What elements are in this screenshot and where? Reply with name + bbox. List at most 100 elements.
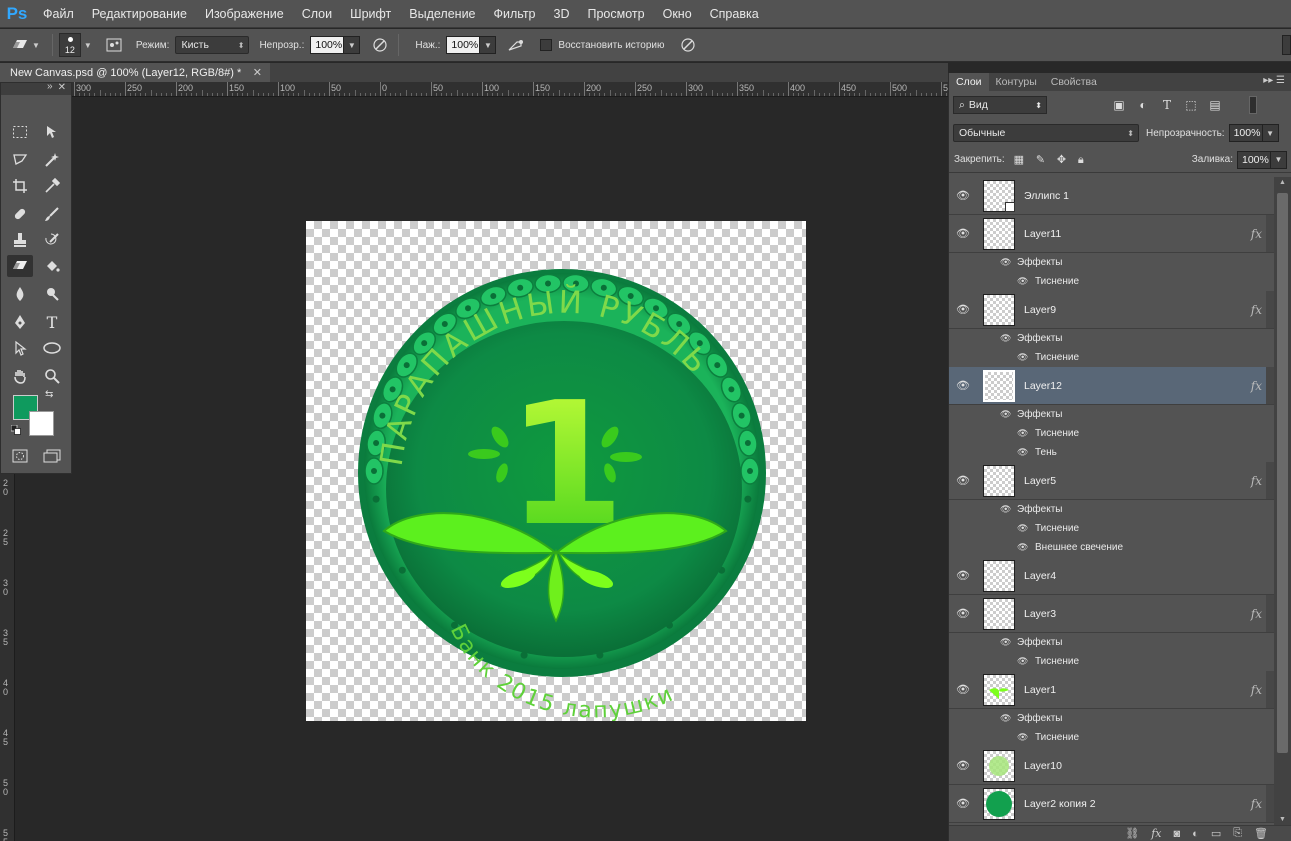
effect-visibility-eye-icon[interactable]: 👁︎	[1017, 447, 1028, 458]
menu-image[interactable]: Изображение	[196, 7, 293, 21]
history-brush-icon[interactable]	[41, 229, 63, 251]
background-color-swatch[interactable]	[29, 411, 54, 436]
pen-tool-icon[interactable]	[9, 311, 31, 333]
layer-thumbnail[interactable]	[983, 597, 1015, 630]
pressure-size-icon[interactable]	[676, 34, 700, 56]
chevron-down-icon[interactable]: ▼	[84, 41, 92, 50]
menu-window[interactable]: Окно	[654, 7, 701, 21]
layer-opacity-input[interactable]: 100%	[1228, 124, 1263, 142]
layer-filter-dropdown[interactable]: ⌕ Вид ⬍	[953, 96, 1047, 114]
layer-name[interactable]: Эллипс 1	[1024, 190, 1069, 202]
add-style-icon[interactable]: fx	[1151, 827, 1161, 840]
layer-effect-item[interactable]: 👁︎ Тиснение	[949, 519, 1274, 538]
layer-effect-item[interactable]: 👁︎ Тиснение	[949, 652, 1274, 671]
magic-wand-icon[interactable]	[41, 149, 63, 171]
layer-effects-group[interactable]: 👁︎ Эффекты	[949, 633, 1274, 652]
layer-effects-icon[interactable]: fx	[1251, 683, 1262, 697]
layer-effects-icon[interactable]: fx	[1251, 303, 1262, 317]
layer-name[interactable]: Layer5	[1024, 475, 1056, 487]
layer-effect-item[interactable]: 👁︎ Тиснение	[949, 272, 1274, 291]
marquee-tool-icon[interactable]	[9, 121, 31, 143]
dodge-tool-icon[interactable]	[41, 283, 63, 305]
layer-effect-item[interactable]: 👁︎ Тиснение	[949, 348, 1274, 367]
visibility-eye-icon[interactable]: 👁︎	[949, 569, 977, 582]
layer-thumbnail[interactable]	[983, 559, 1015, 592]
tab-paths[interactable]: Контуры	[989, 73, 1044, 91]
visibility-eye-icon[interactable]: 👁︎	[949, 797, 977, 810]
menu-view[interactable]: Просмотр	[579, 7, 654, 21]
layer-effects-group[interactable]: 👁︎ Эффекты	[949, 329, 1274, 348]
effects-expand-toggle[interactable]	[1266, 291, 1274, 328]
layer-effects-group[interactable]: 👁︎ Эффекты	[949, 709, 1274, 728]
layer-effects-icon[interactable]: fx	[1251, 797, 1262, 811]
filter-smart-object-icon[interactable]: ▤	[1203, 98, 1227, 112]
filter-type-icon[interactable]: T	[1155, 98, 1179, 112]
document-canvas[interactable]: ПАРАПАШНЫЙ РУБЛЬ 1 Банк 2015 лапушки	[306, 221, 806, 724]
clone-stamp-icon[interactable]	[9, 229, 31, 251]
effect-visibility-eye-icon[interactable]: 👁︎	[1017, 656, 1028, 667]
filter-pixel-icon[interactable]: ▣	[1107, 98, 1131, 112]
tools-panel-header[interactable]: » ✕	[1, 81, 71, 95]
scroll-up-icon[interactable]: ▲	[1279, 179, 1286, 186]
tab-properties[interactable]: Свойства	[1044, 73, 1104, 91]
lasso-tool-icon[interactable]	[9, 149, 31, 171]
scrollbar-thumb[interactable]	[1277, 193, 1288, 753]
effect-visibility-eye-icon[interactable]: 👁︎	[1000, 409, 1011, 420]
pressure-opacity-icon[interactable]	[368, 34, 392, 56]
effects-expand-toggle[interactable]	[1266, 671, 1274, 708]
default-colors-icon[interactable]	[10, 424, 21, 435]
effect-visibility-eye-icon[interactable]: 👁︎	[1017, 542, 1028, 553]
layer-row[interactable]: 👁︎ Layer4	[949, 557, 1274, 595]
layer-row[interactable]: 👁︎ Layer9 fx	[949, 291, 1274, 329]
document-tab[interactable]: New Canvas.psd @ 100% (Layer12, RGB/8#) …	[0, 63, 270, 82]
layer-effect-item[interactable]: 👁︎ Внешнее свечение	[949, 538, 1274, 557]
layers-scrollbar[interactable]: ▲ ▼	[1274, 177, 1291, 825]
close-icon[interactable]: ✕	[58, 82, 66, 93]
visibility-eye-icon[interactable]: 👁︎	[949, 683, 977, 696]
visibility-eye-icon[interactable]: 👁︎	[949, 379, 977, 392]
healing-brush-icon[interactable]	[9, 203, 31, 225]
opacity-input[interactable]: 100%	[310, 36, 345, 54]
layer-row[interactable]: 👁︎ Layer1 fx	[949, 671, 1274, 709]
layer-effects-group[interactable]: 👁︎ Эффекты	[949, 405, 1274, 424]
layer-effects-group[interactable]: 👁︎ Эффекты	[949, 500, 1274, 519]
effect-visibility-eye-icon[interactable]: 👁︎	[1017, 428, 1028, 439]
effect-visibility-eye-icon[interactable]: 👁︎	[1000, 637, 1011, 648]
layer-name[interactable]: Layer4	[1024, 570, 1056, 582]
menu-layers[interactable]: Слои	[293, 7, 341, 21]
menu-select[interactable]: Выделение	[400, 7, 484, 21]
layer-name[interactable]: Layer2 копия 2	[1024, 798, 1096, 810]
layer-thumbnail[interactable]	[983, 787, 1015, 820]
new-adjustment-icon[interactable]: ◐	[1192, 828, 1199, 840]
workspace-switcher[interactable]	[1282, 35, 1291, 55]
lock-transparency-icon[interactable]: ▦	[1014, 154, 1024, 166]
layer-thumbnail[interactable]	[983, 293, 1015, 326]
layer-row[interactable]: 👁︎ Layer2 копия 2 fx	[949, 785, 1274, 823]
layer-row[interactable]: 👁︎ Эллипс 1	[949, 177, 1274, 215]
quick-mask-icon[interactable]	[9, 445, 31, 467]
layer-thumbnail[interactable]	[983, 749, 1015, 782]
ellipse-tool-icon[interactable]	[41, 337, 63, 359]
screen-mode-icon[interactable]	[41, 445, 63, 467]
eraser-tool-preset-icon[interactable]	[8, 34, 32, 56]
eyedropper-icon[interactable]	[41, 175, 63, 197]
layer-name[interactable]: Layer9	[1024, 304, 1056, 316]
type-tool-icon[interactable]: T	[41, 311, 63, 333]
layer-thumbnail[interactable]	[983, 217, 1015, 250]
visibility-eye-icon[interactable]: 👁︎	[949, 227, 977, 240]
visibility-eye-icon[interactable]: 👁︎	[949, 303, 977, 316]
layer-row[interactable]: 👁︎ Layer12 fx	[949, 367, 1274, 405]
restore-history-checkbox[interactable]	[540, 39, 553, 51]
filter-toggle[interactable]	[1249, 96, 1257, 114]
horizontal-ruler[interactable]: 300 250 200 150 100 50 0 50 100 150 200 250 300 350 40…	[72, 82, 948, 97]
new-group-icon[interactable]: ▭	[1211, 827, 1221, 840]
layer-thumbnail[interactable]	[983, 464, 1015, 497]
visibility-eye-icon[interactable]: 👁︎	[949, 759, 977, 772]
effects-expand-toggle[interactable]	[1266, 785, 1274, 822]
layer-name[interactable]: Layer12	[1024, 380, 1062, 392]
collapse-icon[interactable]: »	[47, 81, 53, 92]
visibility-eye-icon[interactable]: 👁︎	[949, 189, 977, 202]
menu-filter[interactable]: Фильтр	[485, 7, 545, 21]
layer-name[interactable]: Layer10	[1024, 760, 1062, 772]
effects-expand-toggle[interactable]	[1266, 595, 1274, 632]
